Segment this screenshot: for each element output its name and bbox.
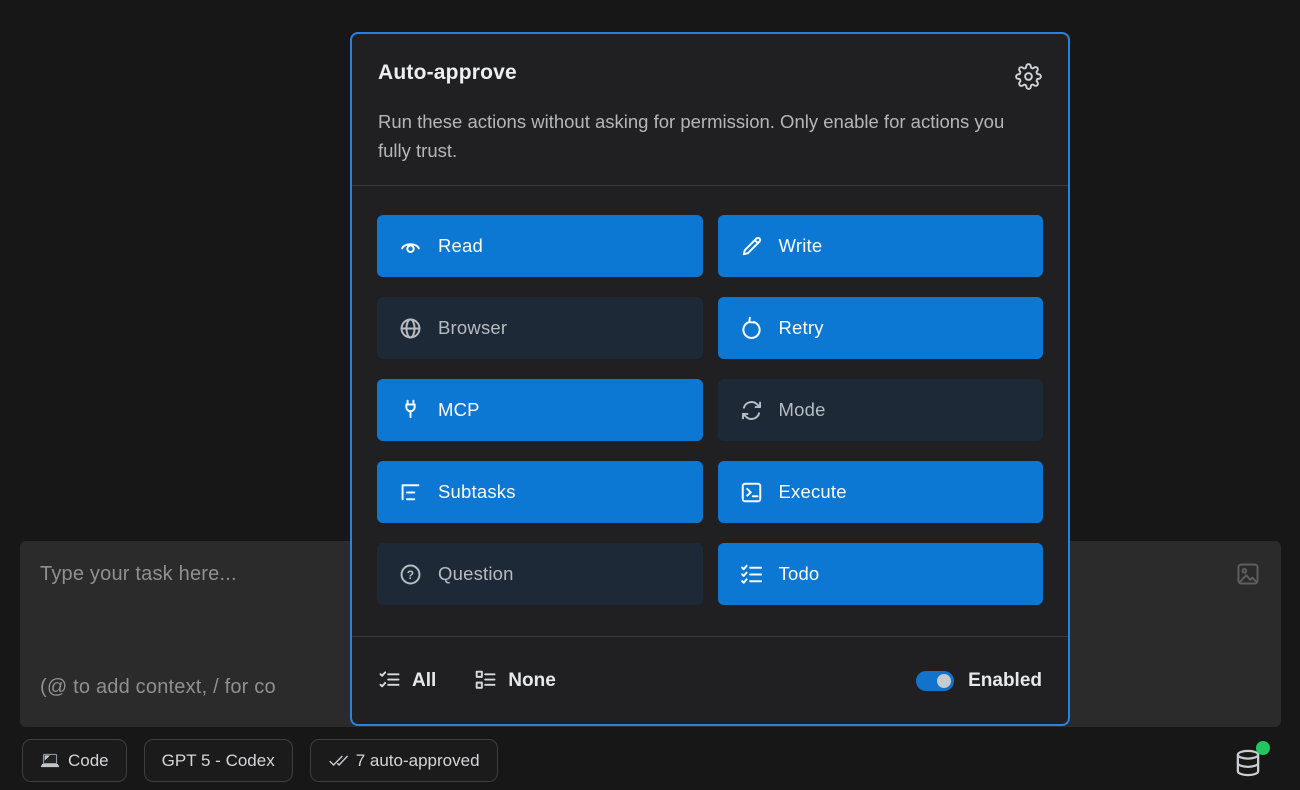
task-input-placeholder: Type your task here... [40,563,237,586]
action-button-question[interactable]: ? Question [377,543,703,605]
svg-text:?: ? [407,568,415,582]
action-button-mcp[interactable]: MCP [377,379,703,441]
auto-approve-header: Auto-approve Run these actions without a… [352,34,1068,185]
action-button-label: Read [438,235,483,257]
action-button-label: Write [779,235,823,257]
select-none-label: None [508,670,556,692]
auto-approve-title: Auto-approve [378,61,517,85]
auto-approve-footer: All None Enabled [352,637,1068,724]
globe-icon [398,316,423,341]
action-button-retry[interactable]: Retry [718,297,1044,359]
auto-approve-actions-grid: Read Write Browser Retry MCP Mode Subtasks Exec… [352,186,1068,636]
retry-icon [739,316,764,341]
action-button-label: Todo [779,563,820,585]
auto-approve-description: Run these actions without asking for per… [378,107,1042,185]
mode-chip-label: Code [68,751,109,771]
enabled-toggle-label: Enabled [968,670,1042,692]
pencil-icon [739,234,764,259]
terminal-icon [739,480,764,505]
action-button-label: Question [438,563,514,585]
action-button-label: Subtasks [438,481,516,503]
plug-icon [398,398,423,423]
action-button-label: Retry [779,317,824,339]
double-check-icon [328,751,348,771]
auto-approved-chip[interactable]: 7 auto-approved [310,739,498,782]
action-button-write[interactable]: Write [718,215,1044,277]
status-chips: Code GPT 5 - Codex 7 auto-approved [22,739,498,782]
list-tree-icon [398,480,423,505]
task-input-hint: (@ to add context, / for co [40,676,276,699]
auto-approved-chip-label: 7 auto-approved [356,751,480,771]
model-chip-label: GPT 5 - Codex [162,751,275,771]
check-list-icon [378,669,401,692]
mode-chip-code[interactable]: Code [22,739,127,782]
action-button-subtasks[interactable]: Subtasks [377,461,703,523]
action-button-label: Browser [438,317,507,339]
gear-icon[interactable] [1015,63,1042,90]
enabled-toggle[interactable] [916,671,954,691]
action-button-label: Mode [779,399,826,421]
action-button-browser[interactable]: Browser [377,297,703,359]
select-none-button[interactable]: None [474,669,556,692]
auto-approve-modal: Auto-approve Run these actions without a… [350,32,1070,726]
sync-icon [739,398,764,423]
action-button-label: MCP [438,399,480,421]
online-status-dot [1256,741,1270,755]
image-icon[interactable] [1235,561,1261,587]
action-button-todo[interactable]: Todo [718,543,1044,605]
select-all-button[interactable]: All [378,669,436,692]
model-chip[interactable]: GPT 5 - Codex [144,739,293,782]
empty-list-icon [474,669,497,692]
action-button-mode[interactable]: Mode [718,379,1044,441]
toggle-knob [937,674,951,688]
eye-icon [398,234,423,259]
action-button-execute[interactable]: Execute [718,461,1044,523]
question-icon: ? [398,562,423,587]
checklist-icon [739,562,764,587]
action-button-read[interactable]: Read [377,215,703,277]
status-bar: Code GPT 5 - Codex 7 auto-approved [0,734,1300,790]
action-button-label: Execute [779,481,847,503]
database-button[interactable] [1232,743,1266,779]
select-all-label: All [412,670,436,692]
laptop-icon [40,751,60,771]
